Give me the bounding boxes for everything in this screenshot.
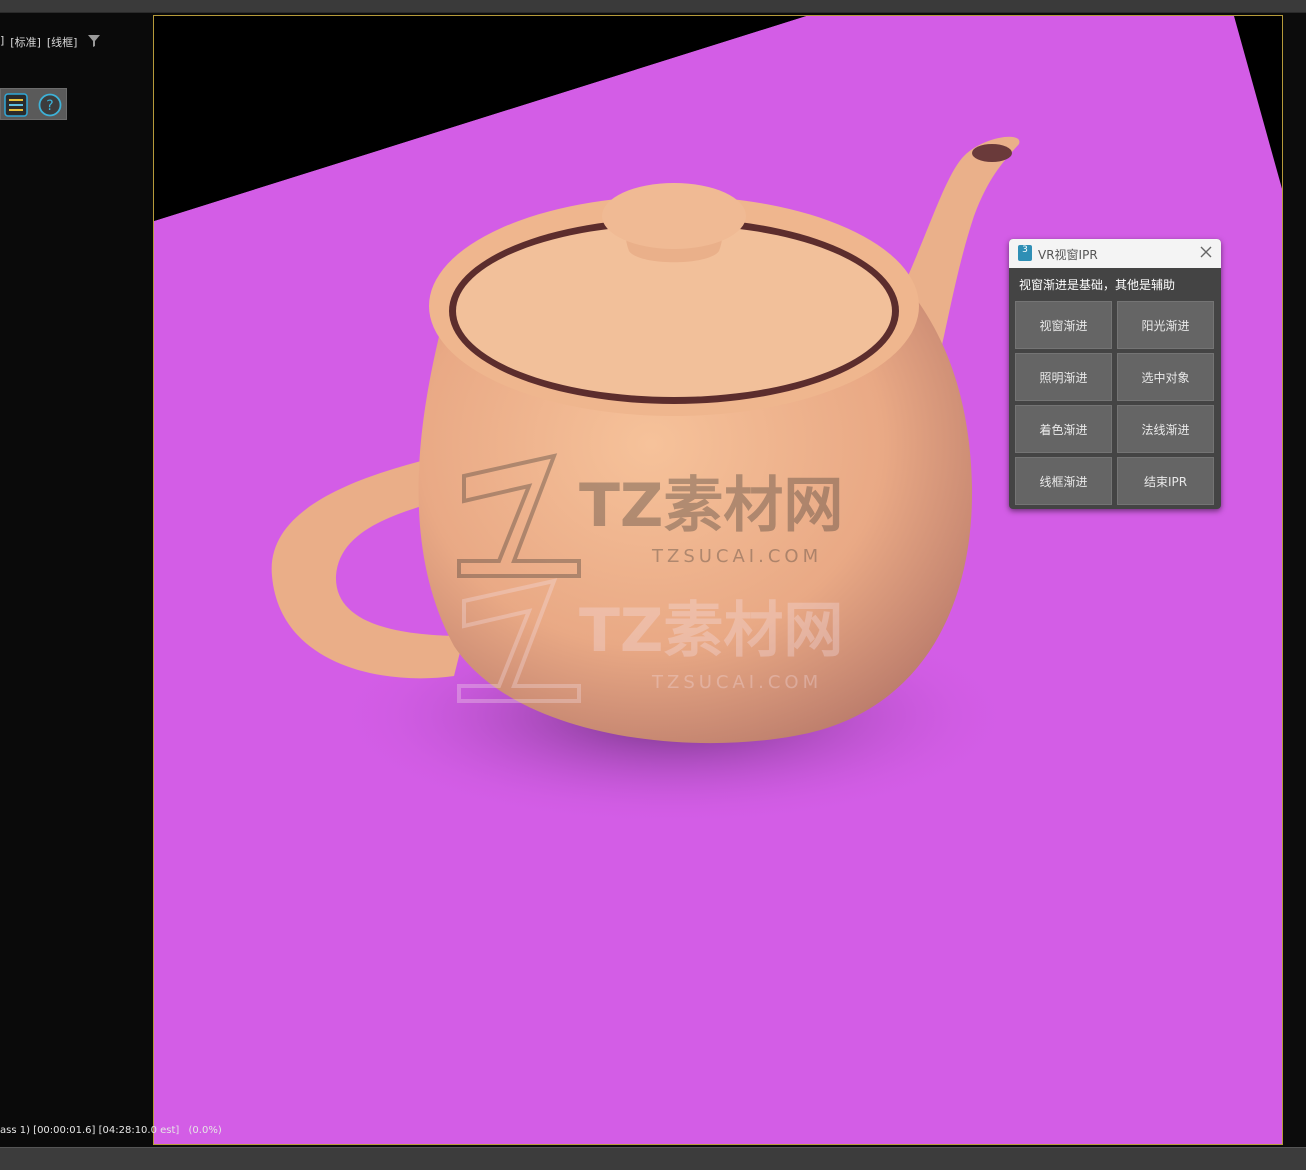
watermark-brand: TZ素材网: [579, 471, 843, 541]
list-icon[interactable]: [4, 93, 28, 117]
select-object-button[interactable]: 选中对象: [1117, 353, 1214, 401]
lighting-progressive-button[interactable]: 照明渐进: [1015, 353, 1112, 401]
viewport-tool-strip: ?: [0, 88, 67, 120]
help-icon[interactable]: ?: [38, 93, 62, 117]
wireframe-progressive-button[interactable]: 线框渐进: [1015, 457, 1112, 505]
shading-progressive-button[interactable]: 着色渐进: [1015, 405, 1112, 453]
normal-progressive-button[interactable]: 法线渐进: [1117, 405, 1214, 453]
top-menu-bar: [0, 0, 1306, 13]
ipr-title-bar[interactable]: 3 VR视窗IPR: [1009, 239, 1221, 268]
bottom-status-bar: [0, 1147, 1306, 1170]
viewport-progressive-button[interactable]: 视窗渐进: [1015, 301, 1112, 349]
filter-icon[interactable]: [88, 35, 100, 47]
watermark-domain: TZSUCAI.COM: [651, 672, 822, 693]
viewport-label-menu[interactable]: ] [标准] [线框]: [0, 34, 77, 50]
viewport-label-display[interactable]: [线框]: [47, 34, 78, 50]
render-viewport[interactable]: TZ素材网 TZSUCAI.COM TZ素材网 TZSUCAI.COM: [153, 15, 1283, 1145]
max-app-icon: 3: [1018, 245, 1032, 261]
sun-progressive-button[interactable]: 阳光渐进: [1117, 301, 1214, 349]
viewport-label-shading[interactable]: [标准]: [10, 34, 41, 50]
left-viewport-panel: ] [标准] [线框] ?: [0, 13, 153, 1146]
viewport-label-camera[interactable]: ]: [0, 34, 4, 50]
ipr-title: VR视窗IPR: [1038, 248, 1098, 262]
render-info: ass 1) [00:00:01.6] [04:28:10.0 est]: [0, 1125, 180, 1136]
ipr-dialog: 3 VR视窗IPR 视窗渐进是基础，其他是辅助 视窗渐进 阳光渐进 照明渐进 选…: [1009, 239, 1221, 509]
right-side-strip: [1284, 13, 1306, 1146]
render-status-line: ass 1) [00:00:01.6] [04:28:10.0 est] (0.…: [0, 1125, 228, 1136]
watermark-domain: TZSUCAI.COM: [651, 546, 822, 567]
render-scene: TZ素材网 TZSUCAI.COM TZ素材网 TZSUCAI.COM: [154, 16, 1282, 1144]
watermark-brand: TZ素材网: [579, 596, 843, 666]
render-progress: (0.0%): [188, 1125, 222, 1136]
close-icon[interactable]: [1199, 245, 1213, 259]
ipr-subtitle: 视窗渐进是基础，其他是辅助: [1019, 278, 1176, 292]
end-ipr-button[interactable]: 结束IPR: [1117, 457, 1214, 505]
svg-text:?: ?: [46, 98, 53, 114]
ipr-button-grid: 视窗渐进 阳光渐进 照明渐进 选中对象 着色渐进 法线渐进 线框渐进 结束IPR: [1015, 301, 1214, 505]
